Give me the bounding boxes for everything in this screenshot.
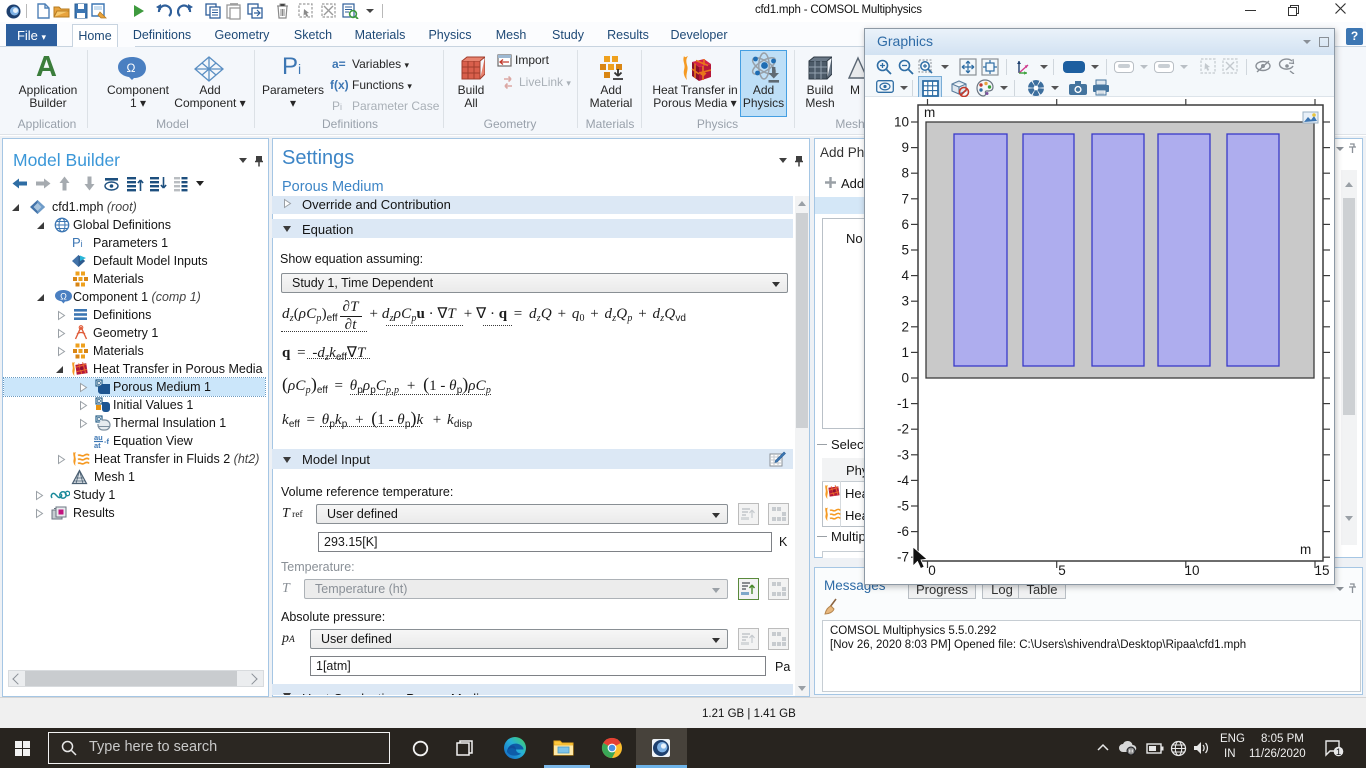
svg-text:m: m [1300, 542, 1311, 557]
svg-text:15: 15 [1314, 563, 1329, 578]
svg-text:2: 2 [901, 319, 909, 334]
svg-text:-7: -7 [897, 550, 909, 565]
svg-text:7: 7 [901, 191, 909, 206]
svg-text:-1: -1 [897, 396, 909, 411]
svg-text:-2: -2 [897, 422, 909, 437]
svg-text:5: 5 [901, 243, 909, 258]
svg-text:0: 0 [901, 371, 909, 386]
svg-text:3: 3 [901, 294, 909, 309]
svg-text:m: m [924, 105, 935, 120]
svg-text:4: 4 [901, 268, 909, 283]
svg-text:-5: -5 [897, 499, 909, 514]
svg-text:10: 10 [894, 115, 909, 130]
svg-text:-6: -6 [897, 524, 909, 539]
svg-text:1: 1 [901, 345, 909, 360]
svg-text:-3: -3 [897, 447, 909, 462]
svg-text:8: 8 [901, 166, 909, 181]
svg-text:5: 5 [1058, 563, 1066, 578]
svg-text:1: 1 [1336, 747, 1341, 758]
svg-text:-4: -4 [897, 473, 909, 488]
svg-text:6: 6 [901, 217, 909, 232]
svg-text:10: 10 [1184, 563, 1199, 578]
svg-text:9: 9 [901, 140, 909, 155]
svg-text:0: 0 [928, 563, 936, 578]
